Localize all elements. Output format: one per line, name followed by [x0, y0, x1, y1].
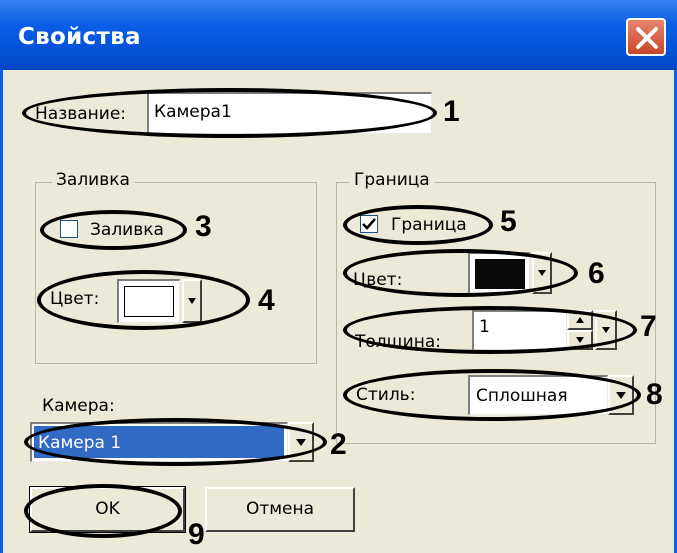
cancel-button-label: Отмена: [245, 499, 315, 519]
border-group-title: Граница: [350, 170, 434, 190]
callout-ring-6: [343, 249, 578, 297]
callout-number-8: 8: [646, 378, 663, 411]
callout-ring-1: [22, 88, 437, 138]
callout-number-1: 1: [443, 95, 460, 128]
callout-number-4: 4: [258, 284, 275, 317]
callout-number-3: 3: [195, 210, 212, 243]
close-button[interactable]: [626, 18, 666, 56]
window-title: Свойства: [18, 24, 141, 50]
callout-ring-4: [37, 270, 250, 330]
callout-ring-8: [343, 369, 641, 421]
callout-ring-7: [343, 306, 637, 354]
callout-ring-2: [24, 418, 327, 466]
camera-label: Камера:: [42, 396, 115, 416]
callout-ring-9: [24, 484, 182, 538]
callout-number-9: 9: [188, 518, 205, 551]
cancel-button[interactable]: Отмена: [205, 487, 355, 532]
callout-ring-5: [343, 205, 493, 245]
close-icon: [636, 27, 658, 49]
callout-ring-3: [40, 210, 187, 250]
callout-number-5: 5: [500, 205, 517, 238]
fill-group-title: Заливка: [52, 170, 134, 190]
callout-number-6: 6: [588, 257, 605, 290]
callout-number-2: 2: [330, 428, 347, 461]
window-border-left: [0, 70, 3, 553]
callout-number-7: 7: [640, 310, 657, 343]
